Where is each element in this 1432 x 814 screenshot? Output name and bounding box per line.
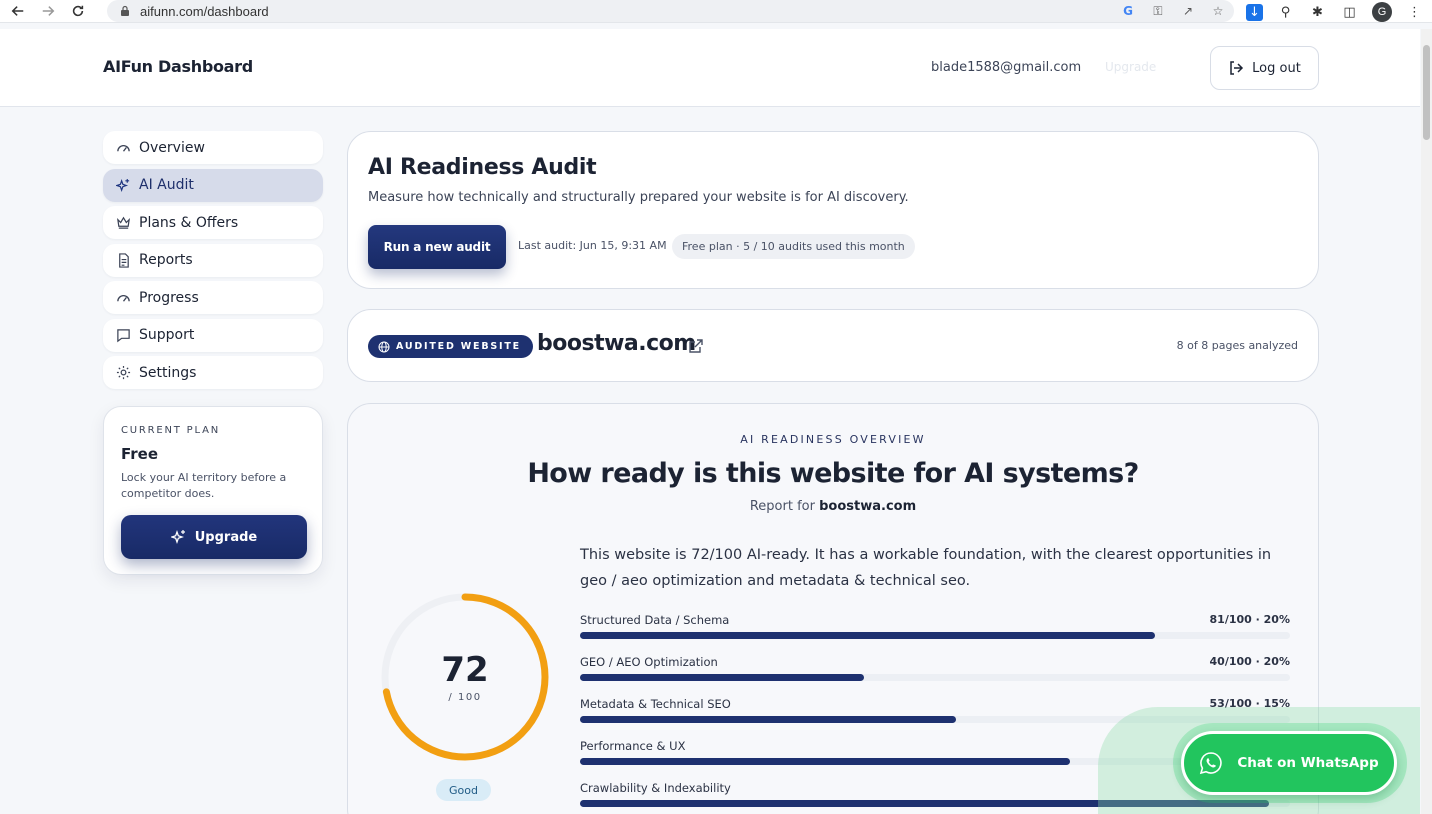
logout-button[interactable]: Log out bbox=[1210, 46, 1319, 90]
page-scrollbar[interactable] bbox=[1421, 29, 1432, 814]
metric-track bbox=[580, 632, 1290, 639]
reload-icon[interactable] bbox=[66, 0, 90, 22]
key-icon[interactable]: ⚿ bbox=[1150, 3, 1166, 19]
sidebar-item-settings[interactable]: Settings bbox=[103, 356, 323, 389]
sidebar-item-progress[interactable]: Progress bbox=[103, 281, 323, 314]
download-icon[interactable]: ↓ bbox=[1246, 3, 1263, 21]
metric-value: 40/100 · 20% bbox=[1209, 655, 1290, 668]
scrollbar-thumb[interactable] bbox=[1423, 45, 1430, 140]
sidebar-item-label: Overview bbox=[139, 139, 205, 156]
google-icon[interactable]: G bbox=[1120, 3, 1136, 19]
audited-domain: boostwa.com bbox=[537, 331, 696, 356]
puzzle-icon[interactable]: ✱ bbox=[1308, 3, 1327, 22]
report-prefix: Report for bbox=[749, 499, 815, 514]
url-text: aifunn.com/dashboard bbox=[140, 3, 269, 19]
whatsapp-icon bbox=[1200, 752, 1223, 775]
search-extension-icon[interactable]: ⚲ bbox=[1276, 3, 1295, 22]
gauge-icon bbox=[115, 290, 131, 306]
last-audit-text: Last audit: Jun 15, 9:31 AM bbox=[518, 239, 667, 252]
metric-label: Structured Data / Schema bbox=[580, 613, 730, 627]
audit-subtitle: Measure how technically and structurally… bbox=[368, 190, 909, 205]
chat-icon bbox=[115, 327, 131, 343]
app-header: AIFun Dashboard blade1588@gmail.com Upgr… bbox=[0, 29, 1420, 107]
sidebar-item-ai-audit[interactable]: AI Audit bbox=[103, 168, 323, 202]
current-plan-card: CURRENT PLAN Free Lock your AI territory… bbox=[103, 406, 323, 575]
sparkles-icon bbox=[115, 177, 131, 193]
report-for: Report for boostwa.com bbox=[348, 499, 1318, 514]
external-link-icon[interactable] bbox=[688, 338, 704, 354]
report-domain: boostwa.com bbox=[819, 499, 917, 514]
run-audit-button[interactable]: Run a new audit bbox=[368, 225, 506, 269]
plan-kicker: CURRENT PLAN bbox=[121, 425, 221, 436]
upgrade-button[interactable]: Upgrade bbox=[121, 515, 307, 559]
gauge-icon bbox=[115, 140, 131, 156]
metric-label: Metadata & Technical SEO bbox=[580, 697, 731, 711]
metric-fill bbox=[580, 632, 1156, 639]
star-icon[interactable]: ☆ bbox=[1210, 3, 1226, 19]
overview-title: How ready is this website for AI systems… bbox=[527, 458, 1139, 489]
whatsapp-chat-button[interactable]: Chat on WhatsApp bbox=[1181, 731, 1397, 795]
overview-summary: This website is 72/100 AI-ready. It has … bbox=[580, 547, 1272, 589]
metric-label: Crawlability & Indexability bbox=[580, 781, 731, 795]
sidebar-item-label: Plans & Offers bbox=[139, 214, 239, 231]
forward-icon[interactable] bbox=[36, 0, 60, 22]
logout-icon bbox=[1230, 61, 1244, 75]
plan-description: Lock your AI territory before a competit… bbox=[121, 471, 287, 500]
sidebar-item-overview[interactable]: Overview bbox=[103, 131, 323, 164]
score-max: / 100 bbox=[448, 692, 482, 703]
share-icon[interactable]: ↗ bbox=[1180, 3, 1196, 19]
gear-icon bbox=[115, 365, 131, 381]
sparkles-icon bbox=[170, 530, 185, 544]
plan-name: Free bbox=[121, 445, 159, 463]
audited-website-card: AUDITED WEBSITE boostwa.com 8 of 8 pages… bbox=[347, 309, 1319, 382]
upgrade-label: Upgrade bbox=[194, 529, 258, 545]
profile-avatar[interactable]: G bbox=[1372, 2, 1392, 22]
metric-fill bbox=[580, 758, 1070, 765]
sidebar-item-label: Progress bbox=[139, 289, 199, 306]
metric-row: GEO / AEO Optimization 40/100 · 20% bbox=[580, 654, 1290, 696]
whatsapp-label: Chat on WhatsApp bbox=[1237, 755, 1379, 771]
logout-label: Log out bbox=[1252, 60, 1301, 76]
metric-value: 81/100 · 20% bbox=[1209, 613, 1290, 626]
metric-label: GEO / AEO Optimization bbox=[580, 655, 718, 669]
browser-toolbar: aifunn.com/dashboard G ⚿ ↗ ☆ ↓ ⚲ ✱ ◫ G ⋮ bbox=[0, 0, 1432, 23]
page-title: AI Readiness Audit bbox=[368, 155, 597, 180]
plan-usage-badge: Free plan · 5 / 10 audits used this mont… bbox=[672, 234, 915, 259]
sidebar-item-support[interactable]: Support bbox=[103, 318, 323, 352]
sidebar-item-reports[interactable]: Reports bbox=[103, 243, 323, 277]
metric-fill bbox=[580, 674, 864, 681]
lock-icon bbox=[121, 5, 129, 16]
sidebar-item-label: AI Audit bbox=[139, 177, 194, 193]
crown-icon bbox=[115, 215, 131, 231]
user-email: blade1588@gmail.com bbox=[931, 60, 1082, 75]
sidebar-nav: Overview AI Audit Plans & Offers Reports… bbox=[103, 131, 323, 394]
address-bar[interactable]: aifunn.com/dashboard G ⚿ ↗ ☆ bbox=[107, 0, 1234, 22]
back-icon[interactable] bbox=[6, 0, 30, 22]
sidebar-item-label: Support bbox=[139, 327, 195, 343]
metric-label: Performance & UX bbox=[580, 739, 686, 753]
audit-card: AI Readiness Audit Measure how technical… bbox=[347, 131, 1319, 289]
score-value: 72 bbox=[441, 650, 489, 690]
rating-badge: Good bbox=[436, 779, 491, 801]
pages-analyzed: 8 of 8 pages analyzed bbox=[1176, 339, 1298, 352]
overview-kicker: AI READINESS OVERVIEW bbox=[740, 433, 926, 446]
audited-website-badge: AUDITED WEBSITE bbox=[368, 335, 533, 358]
brand-title[interactable]: AIFun Dashboard bbox=[103, 57, 253, 76]
document-icon bbox=[115, 252, 131, 268]
header-upgrade-button[interactable]: Upgrade bbox=[1105, 60, 1156, 74]
metric-row: Structured Data / Schema 81/100 · 20% bbox=[580, 612, 1290, 654]
sidebar-item-label: Settings bbox=[139, 364, 197, 381]
sidebar-item-plans-offers[interactable]: Plans & Offers bbox=[103, 206, 323, 239]
metric-fill bbox=[580, 716, 957, 723]
metric-track bbox=[580, 674, 1290, 681]
sidepanel-icon[interactable]: ◫ bbox=[1340, 3, 1359, 22]
menu-dots-icon[interactable]: ⋮ bbox=[1405, 3, 1424, 22]
audited-website-label: AUDITED WEBSITE bbox=[396, 341, 521, 352]
globe-icon bbox=[378, 341, 390, 352]
sidebar-item-label: Reports bbox=[139, 252, 193, 268]
